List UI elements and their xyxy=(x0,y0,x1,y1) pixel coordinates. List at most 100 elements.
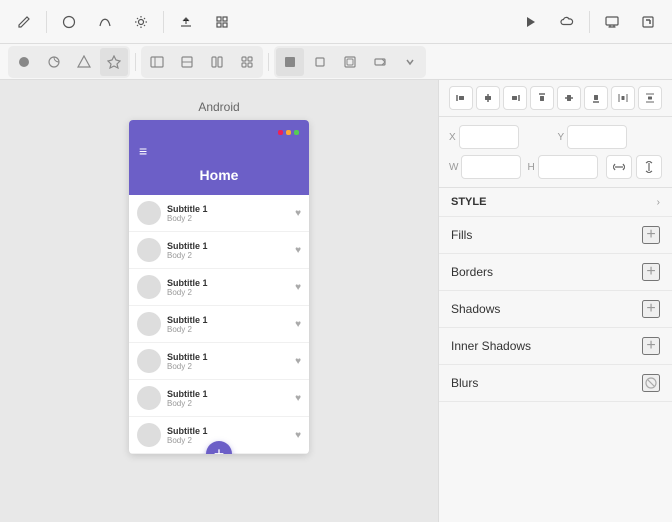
tb2-btn-1[interactable] xyxy=(10,48,38,76)
h-field: H xyxy=(528,155,603,179)
blurs-row: Blurs xyxy=(439,365,672,402)
blurs-label: Blurs xyxy=(451,376,478,390)
tb2-btn-3[interactable] xyxy=(70,48,98,76)
list-text: Subtitle 1 Body 2 xyxy=(167,315,289,334)
toolbar-second xyxy=(0,44,672,80)
list-subtitle-7: Subtitle 1 xyxy=(167,426,289,436)
list-avatar xyxy=(137,275,161,299)
blurs-toggle-btn[interactable] xyxy=(642,374,660,392)
toolbar-sep-2 xyxy=(163,11,164,33)
style-section: STYLE › Fills + Borders + Shadows + Inne… xyxy=(439,188,672,402)
device-body: Subtitle 1 Body 2 ♥ Subtitle 1 Body 2 ♥ xyxy=(129,195,309,454)
inner-shadows-add-btn[interactable]: + xyxy=(642,337,660,355)
size-row: W H xyxy=(439,153,672,187)
tb2-shape-4[interactable] xyxy=(366,48,394,76)
tb2-layout-3[interactable] xyxy=(203,48,231,76)
monitor-btn[interactable] xyxy=(596,6,628,38)
device-status-bar xyxy=(139,130,299,135)
device-label: Android xyxy=(198,100,239,114)
tb2-layout-2[interactable] xyxy=(173,48,201,76)
list-subtitle-1: Subtitle 1 xyxy=(167,204,289,214)
share-btn[interactable] xyxy=(632,6,664,38)
w-input[interactable] xyxy=(461,155,521,179)
play-btn[interactable] xyxy=(515,6,547,38)
list-item: Subtitle 1 Body 2 ♥ xyxy=(129,380,309,417)
flip-v-btn[interactable] xyxy=(636,155,662,179)
list-text: Subtitle 1 Body 2 xyxy=(167,352,289,371)
distribute-v-btn[interactable] xyxy=(638,86,662,110)
toolbar2-group2 xyxy=(141,46,263,78)
list-subtitle-4: Subtitle 1 xyxy=(167,315,289,325)
x-field: X xyxy=(449,125,554,149)
list-item: Subtitle 1 Body 2 ♥ xyxy=(129,343,309,380)
gear-btn[interactable] xyxy=(125,6,157,38)
style-section-header[interactable]: STYLE › xyxy=(439,188,672,217)
borders-label: Borders xyxy=(451,265,493,279)
list-avatar xyxy=(137,423,161,447)
list-avatar xyxy=(137,386,161,410)
tb2-shape-1[interactable] xyxy=(276,48,304,76)
tb2-dropdown[interactable] xyxy=(396,48,424,76)
toolbar-sep-1 xyxy=(46,11,47,33)
list-text: Subtitle 1 Body 2 xyxy=(167,389,289,408)
status-dot-yellow xyxy=(286,130,291,135)
list-item: Subtitle 1 Body 2 ♥ xyxy=(129,306,309,343)
list-heart-7: ♥ xyxy=(295,430,301,441)
list-item-last: Subtitle 1 Body 2 + ♥ xyxy=(129,417,309,454)
y-input[interactable] xyxy=(567,125,627,149)
tb2-sep1 xyxy=(135,53,136,71)
align-right-btn[interactable] xyxy=(503,86,527,110)
list-avatar xyxy=(137,312,161,336)
x-input[interactable] xyxy=(459,125,519,149)
list-avatar xyxy=(137,349,161,373)
distribute-h-btn[interactable] xyxy=(611,86,635,110)
x-label: X xyxy=(449,132,456,143)
device-title: Home xyxy=(139,167,299,183)
list-avatar xyxy=(137,201,161,225)
list-heart-3: ♥ xyxy=(295,282,301,293)
list-text: Subtitle 1 Body 2 xyxy=(167,278,289,297)
align-left-btn[interactable] xyxy=(449,86,473,110)
shadows-row: Shadows + xyxy=(439,291,672,328)
list-heart-4: ♥ xyxy=(295,319,301,330)
vector-tool-btn[interactable] xyxy=(89,6,121,38)
shadows-add-btn[interactable]: + xyxy=(642,300,660,318)
list-item: Subtitle 1 Body 2 ♥ xyxy=(129,232,309,269)
tb2-btn-4[interactable] xyxy=(100,48,128,76)
w-field: W xyxy=(449,155,524,179)
fills-row: Fills + xyxy=(439,217,672,254)
canvas-area[interactable]: Android ≡ Home xyxy=(0,80,438,522)
tb2-layout-1[interactable] xyxy=(143,48,171,76)
align-bottom-btn[interactable] xyxy=(584,86,608,110)
fills-label: Fills xyxy=(451,228,472,242)
list-heart-2: ♥ xyxy=(295,245,301,256)
tb2-layout-4[interactable] xyxy=(233,48,261,76)
list-item: Subtitle 1 Body 2 ♥ xyxy=(129,195,309,232)
cloud-btn[interactable] xyxy=(551,6,583,38)
toolbar-top xyxy=(0,0,672,44)
tb2-shape-3[interactable] xyxy=(336,48,364,76)
main-content: Android ≡ Home xyxy=(0,80,672,522)
hamburger-icon: ≡ xyxy=(139,143,299,159)
upload-btn[interactable] xyxy=(170,6,202,38)
tb2-shape-2[interactable] xyxy=(306,48,334,76)
list-body-4: Body 2 xyxy=(167,325,289,334)
borders-add-btn[interactable]: + xyxy=(642,263,660,281)
pencil-tool-btn[interactable] xyxy=(8,6,40,38)
tb2-btn-2[interactable] xyxy=(40,48,68,76)
list-heart-6: ♥ xyxy=(295,393,301,404)
grid-btn[interactable] xyxy=(206,6,238,38)
flip-h-btn[interactable] xyxy=(606,155,632,179)
list-body-3: Body 2 xyxy=(167,288,289,297)
align-top-btn[interactable] xyxy=(530,86,554,110)
align-middle-btn[interactable] xyxy=(557,86,581,110)
inner-shadows-row: Inner Shadows + xyxy=(439,328,672,365)
right-panel: X Y W H xyxy=(438,80,672,522)
fills-add-btn[interactable]: + xyxy=(642,226,660,244)
align-center-btn[interactable] xyxy=(476,86,500,110)
h-input[interactable] xyxy=(538,155,598,179)
list-subtitle-5: Subtitle 1 xyxy=(167,352,289,362)
ellipse-tool-btn[interactable] xyxy=(53,6,85,38)
inner-shadows-label: Inner Shadows xyxy=(451,339,531,353)
toolbar2-group1 xyxy=(8,46,130,78)
